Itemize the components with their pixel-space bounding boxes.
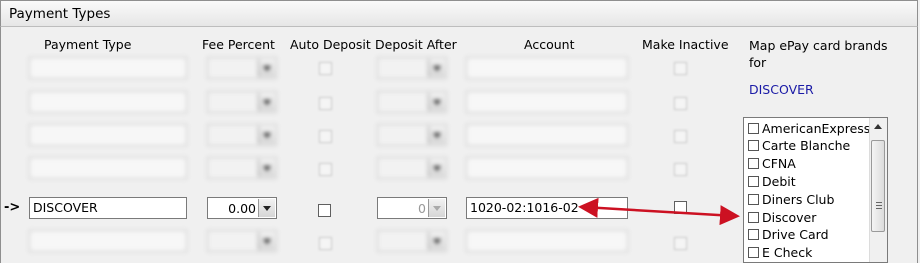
header-deposit-after: Deposit After [375,37,457,52]
deposit-after-combo[interactable]: 0 [377,197,447,219]
list-item[interactable]: E Check [748,243,812,261]
auto-deposit-checkbox[interactable] [319,237,332,250]
list-item[interactable]: CFNA [748,154,796,172]
checkbox[interactable] [748,228,759,240]
payment-type-field[interactable] [29,57,187,79]
payment-type-field[interactable] [29,124,187,146]
deposit-after-combo[interactable] [377,57,447,79]
checkbox[interactable] [748,211,759,223]
scroll-thumb[interactable] [871,140,885,232]
fee-percent-combo[interactable] [207,230,277,252]
double-arrow-annotation [578,197,740,226]
list-item[interactable]: Debit [748,172,796,190]
auto-deposit-checkbox[interactable] [319,97,332,110]
auto-deposit-checkbox[interactable] [319,62,332,75]
payment-type-field[interactable] [29,157,187,179]
make-inactive-checkbox[interactable] [674,62,687,75]
list-item[interactable]: Diners Club [748,190,834,208]
header-auto-deposit: Auto Deposit [290,37,371,52]
checkbox[interactable] [748,122,759,134]
account-field[interactable] [466,91,628,113]
auto-deposit-checkbox[interactable] [319,130,332,143]
fee-percent-combo[interactable] [207,91,277,113]
deposit-after-combo[interactable] [377,124,447,146]
checkbox[interactable] [748,193,759,205]
window-titlebar: Payment Types [0,0,918,27]
account-field[interactable] [466,124,628,146]
scroll-up-icon[interactable] [870,118,887,135]
header-fee-percent: Fee Percent [202,37,275,52]
deposit-after-combo[interactable] [377,230,447,252]
checkbox[interactable] [748,246,759,258]
payment-type-field[interactable]: DISCOVER [29,197,187,219]
chevron-down-icon[interactable] [428,199,445,217]
selected-payment-type: DISCOVER [749,82,814,97]
fee-percent-value: 0.00 [228,201,256,216]
auto-deposit-checkbox[interactable] [318,204,331,217]
account-field[interactable] [466,57,628,79]
fee-percent-combo[interactable]: 0.00 [207,197,277,219]
auto-deposit-checkbox[interactable] [319,163,332,176]
window-title: Payment Types [9,6,111,22]
list-item[interactable]: AmericanExpress [748,119,870,137]
vertical-scrollbar[interactable] [869,118,887,262]
deposit-after-combo[interactable] [377,91,447,113]
deposit-after-combo[interactable] [377,157,447,179]
list-item[interactable]: Carte Blanche [748,136,850,154]
payment-type-field[interactable] [29,230,187,252]
checkbox[interactable] [748,139,759,151]
checkbox[interactable] [748,175,759,187]
payment-type-field[interactable] [29,91,187,113]
map-card-brands-label: Map ePay card brands for [749,38,888,70]
card-brands-list[interactable]: AmericanExpress Carte Blanche CFNA Debit… [743,117,888,263]
make-inactive-checkbox[interactable] [674,97,687,110]
fee-percent-combo[interactable] [207,57,277,79]
fee-percent-combo[interactable] [207,157,277,179]
header-payment-type: Payment Type [44,37,132,52]
header-account: Account [524,37,575,52]
make-inactive-checkbox[interactable] [674,237,687,250]
make-inactive-checkbox[interactable] [674,163,687,176]
account-field[interactable] [466,157,628,179]
fee-percent-combo[interactable] [207,124,277,146]
list-item[interactable]: Drive Card [748,225,829,243]
deposit-after-value: 0 [418,201,426,216]
current-row-marker: -> [4,200,21,215]
make-inactive-checkbox[interactable] [674,130,687,143]
header-make-inactive: Make Inactive [642,37,729,52]
checkbox[interactable] [748,157,759,169]
account-field[interactable] [466,230,628,252]
chevron-down-icon[interactable] [258,199,275,217]
list-item[interactable]: Discover [748,208,816,226]
